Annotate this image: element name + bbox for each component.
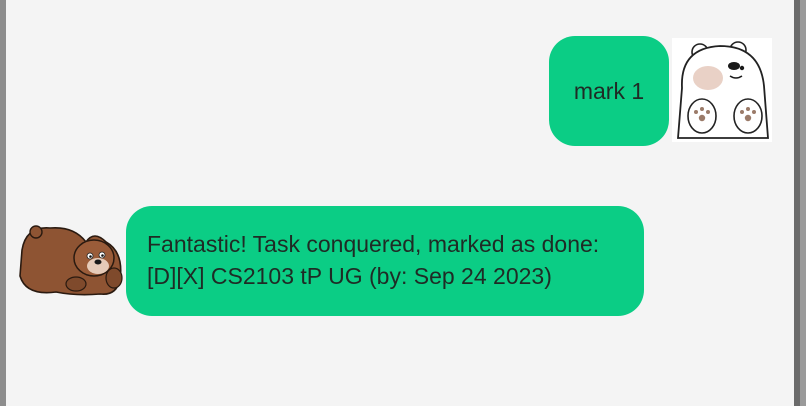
brown-bear-avatar-icon <box>16 222 126 298</box>
bot-message-line-2: [D][X] CS2103 tP UG (by: Sep 24 2023) <box>147 263 552 289</box>
vertical-scrollbar[interactable] <box>794 0 800 406</box>
bot-message-line-1: Fantastic! Task conquered, marked as don… <box>147 231 600 257</box>
user-message-text: mark 1 <box>573 78 645 104</box>
polar-bear-avatar-icon <box>672 38 772 142</box>
user-message-bubble: mark 1 <box>549 36 669 146</box>
bot-message-bubble: Fantastic! Task conquered, marked as don… <box>126 206 644 316</box>
chat-window: mark 1 Fantastic! Task conquered, marked… <box>6 0 800 406</box>
